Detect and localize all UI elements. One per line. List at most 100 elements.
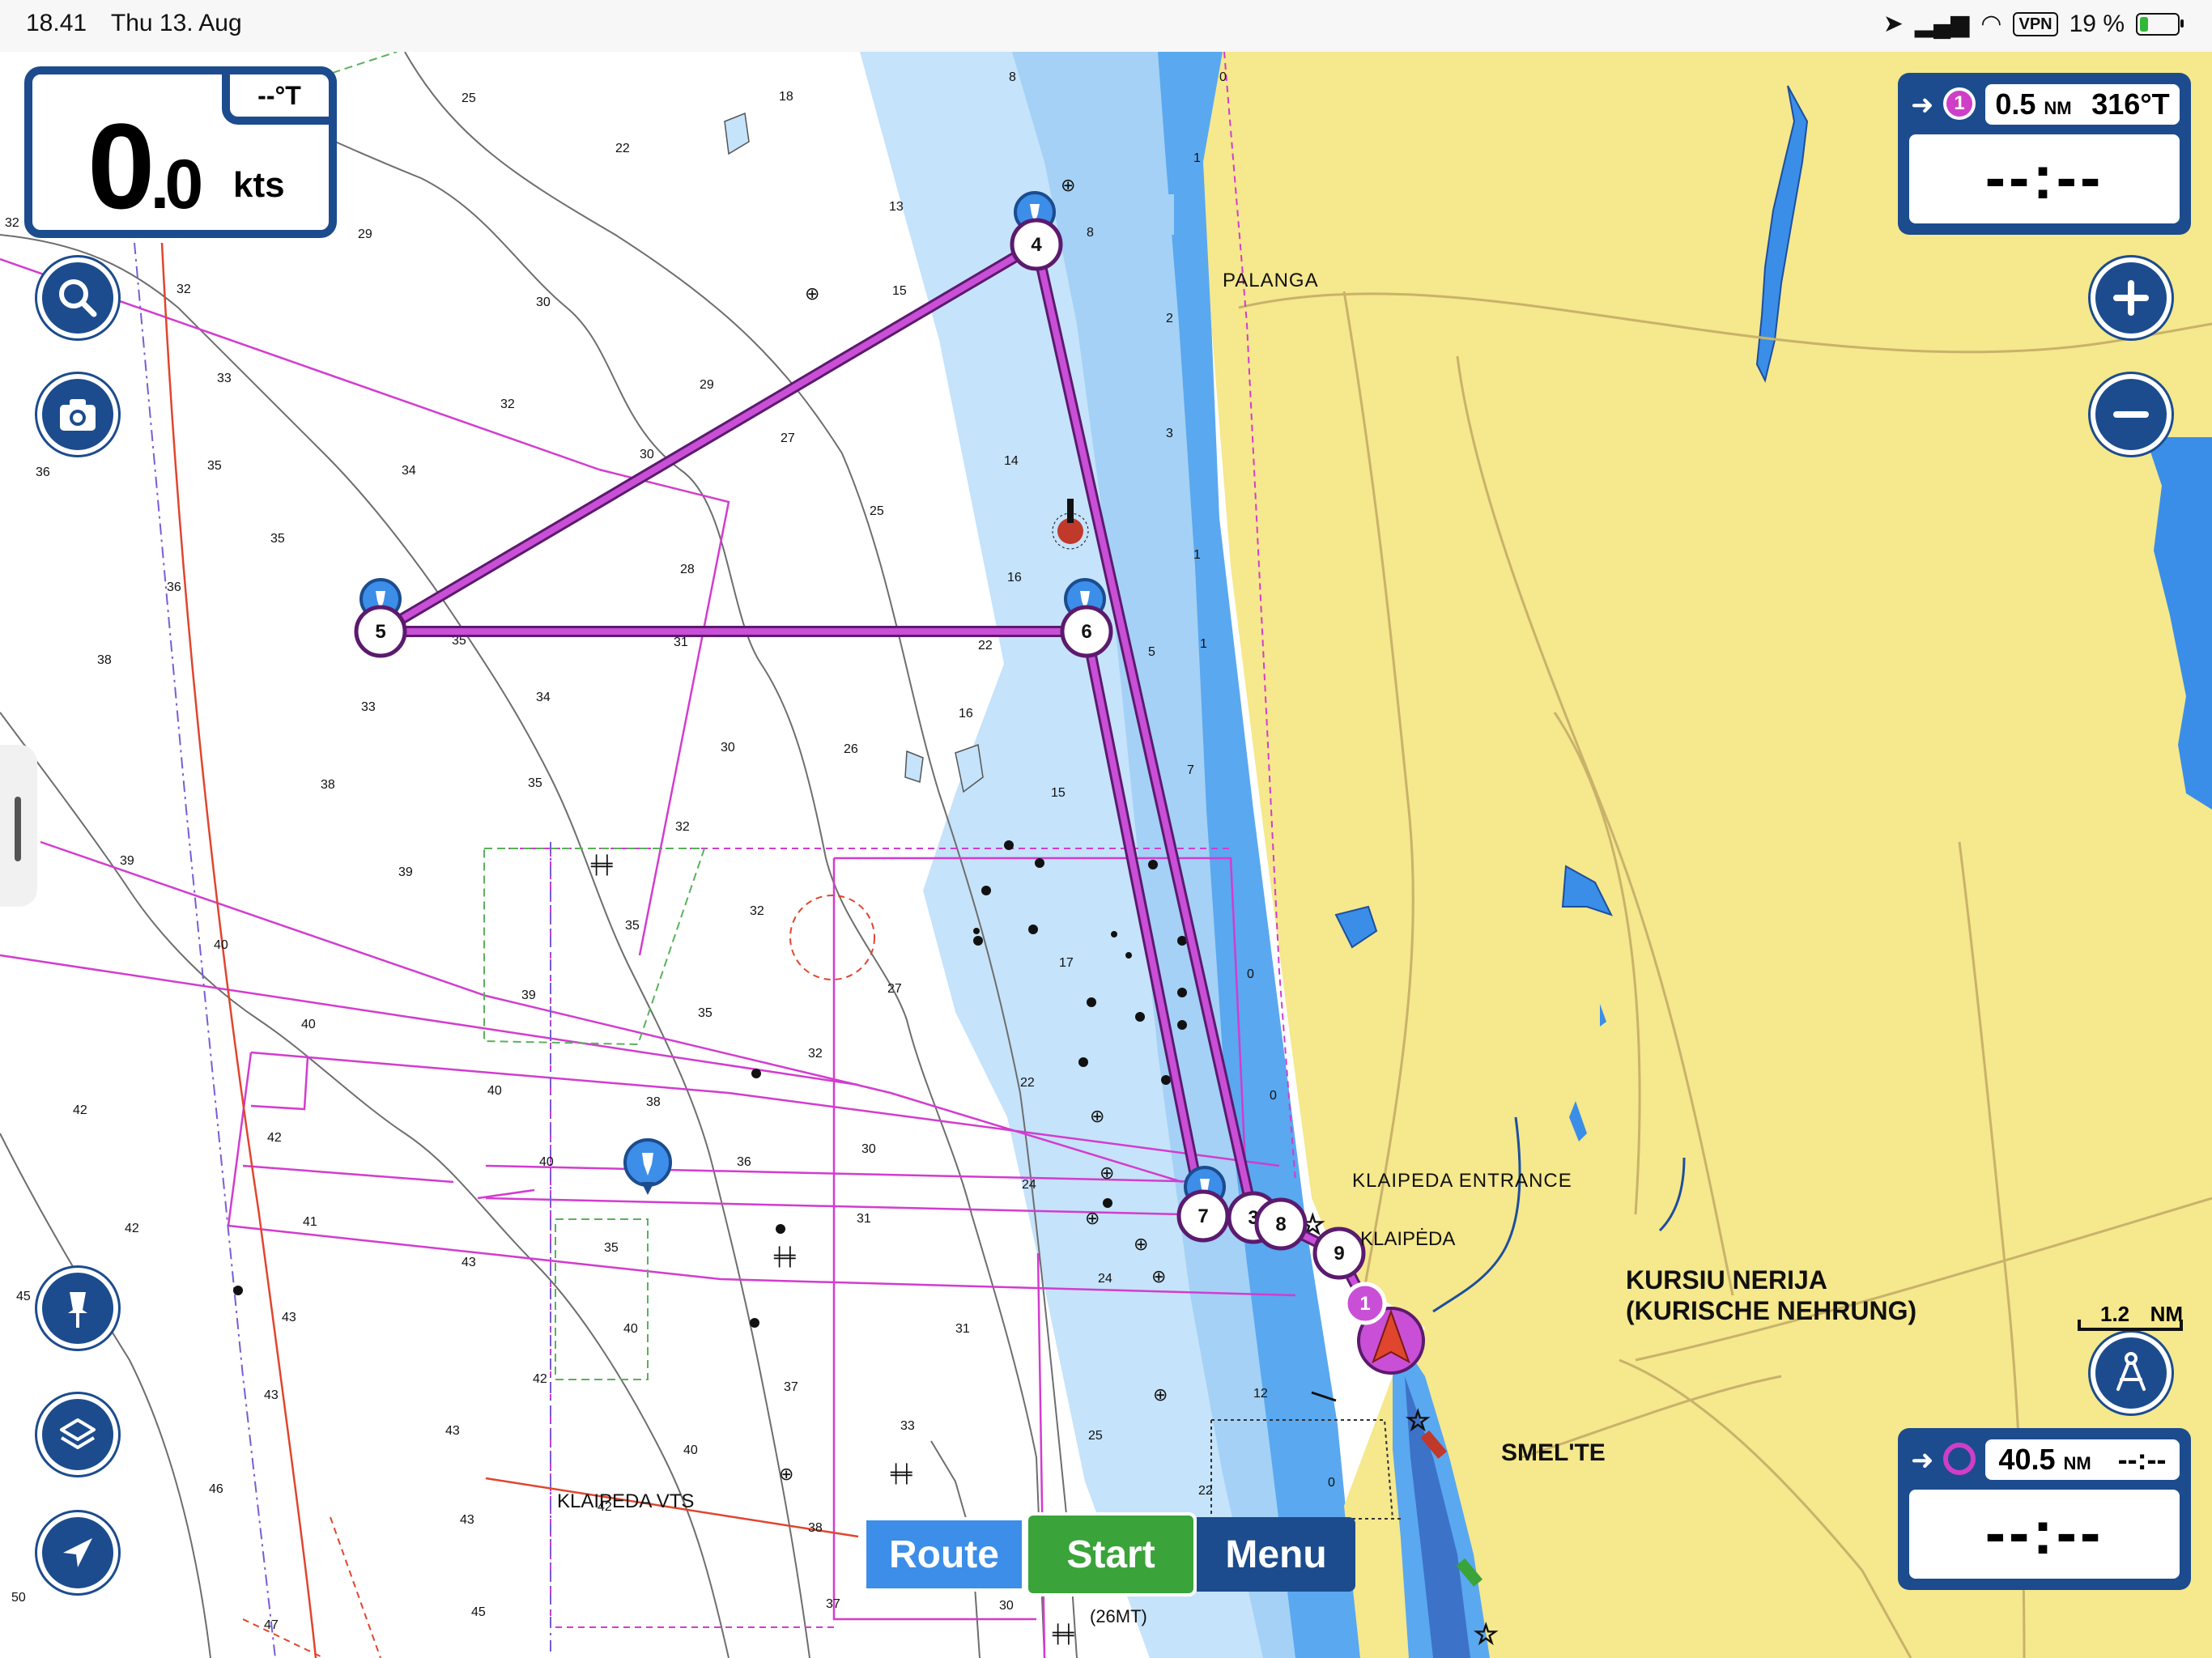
depth-sounding: 32 xyxy=(177,283,191,296)
zoom-in-button[interactable] xyxy=(2091,257,2172,338)
status-time: 18.41 xyxy=(26,10,87,36)
depth-sounding: 0 xyxy=(1219,70,1227,84)
depth-sounding: 38 xyxy=(808,1521,823,1535)
depth-sounding: 8 xyxy=(1009,70,1016,84)
side-drawer-handle[interactable] xyxy=(0,745,37,907)
waypoint-8[interactable]: 8 xyxy=(1254,1197,1308,1251)
depth-sounding: 37 xyxy=(826,1597,840,1611)
label-kurische-nehrung: (KURISCHE NEHRUNG) xyxy=(1626,1296,1916,1325)
location-arrow-icon: ➤ xyxy=(1882,11,1904,37)
waypoint-5[interactable]: 5 xyxy=(354,605,407,658)
depth-sounding: 8 xyxy=(1087,226,1094,240)
depth-sounding: 37 xyxy=(784,1380,798,1394)
waypoint-6[interactable]: 6 xyxy=(1060,605,1113,658)
label-klaipeda: KLAIPĖDA xyxy=(1360,1228,1455,1250)
zoom-out-button[interactable] xyxy=(2091,374,2172,455)
svg-text:⊕: ⊕ xyxy=(1085,1209,1100,1229)
depth-sounding: 43 xyxy=(264,1388,279,1402)
depth-sounding: 45 xyxy=(471,1605,486,1619)
plus-icon xyxy=(2113,280,2149,316)
waypoint-4[interactable]: 4 xyxy=(1010,218,1063,271)
depth-sounding: 39 xyxy=(120,854,134,868)
svg-text:⊕: ⊕ xyxy=(1153,1385,1168,1405)
camera-button[interactable] xyxy=(37,374,118,455)
depth-sounding: 40 xyxy=(487,1084,502,1098)
search-icon xyxy=(59,279,97,317)
depth-sounding: 47 xyxy=(264,1618,279,1632)
pushpin-icon xyxy=(68,1292,87,1328)
depth-sounding: 33 xyxy=(900,1419,915,1433)
nav-eta: --:-- xyxy=(1909,134,2180,223)
depth-sounding: 42 xyxy=(73,1103,87,1117)
scale-line xyxy=(2078,1320,2183,1331)
depth-sounding: 43 xyxy=(282,1311,296,1324)
depth-sounding: 28 xyxy=(680,563,695,576)
depth-sounding: 43 xyxy=(445,1424,460,1438)
svg-text:⊕: ⊕ xyxy=(1134,1235,1148,1255)
depth-sounding: 16 xyxy=(1007,571,1022,585)
scale-bar: 1.2 NM xyxy=(2078,1302,2183,1334)
svg-text:☆: ☆ xyxy=(1474,1618,1498,1651)
route-button[interactable]: Route xyxy=(863,1517,1025,1592)
depth-sounding: 3 xyxy=(1166,427,1173,440)
svg-text:⊕: ⊕ xyxy=(805,284,819,304)
waypoint-label: 8 xyxy=(1275,1214,1286,1235)
svg-text:╪╪: ╪╪ xyxy=(1052,1623,1074,1645)
depth-sounding: 39 xyxy=(521,988,536,1002)
waypoint-label: 4 xyxy=(1031,234,1042,256)
depth-sounding: 31 xyxy=(857,1212,871,1226)
layers-icon xyxy=(60,1418,96,1449)
wifi-icon: ◠ xyxy=(1980,11,2002,37)
menu-button[interactable]: Menu xyxy=(1197,1517,1355,1592)
nav-total-time: --:-- xyxy=(2117,1443,2167,1476)
nav-info-panel-top[interactable]: ➜ 1 0.5 NM 316°T --:-- xyxy=(1898,73,2191,235)
depth-sounding: 24 xyxy=(1098,1272,1112,1286)
measure-button[interactable] xyxy=(2091,1333,2172,1414)
locate-button[interactable] xyxy=(37,1512,118,1593)
depth-sounding: 46 xyxy=(209,1482,223,1496)
status-right: ➤ ▂▄▆ ◠ VPN 19 % xyxy=(1882,10,2184,38)
battery-icon xyxy=(2136,12,2184,36)
depth-sounding: 5 xyxy=(1148,645,1155,659)
waypoint-label: 5 xyxy=(375,621,385,643)
depth-sounding: 40 xyxy=(683,1443,698,1457)
depth-sounding: 50 xyxy=(11,1591,26,1605)
depth-sounding: 35 xyxy=(625,919,640,933)
waypoint-9[interactable]: 9 xyxy=(1312,1226,1366,1280)
depth-sounding: 38 xyxy=(97,653,112,667)
depth-sounding: 1 xyxy=(1193,548,1201,562)
nav-distance: 0.5 NM xyxy=(1995,87,2071,121)
nav-total-eta: --:-- xyxy=(1909,1490,2180,1579)
nav-total-distance: 40.5 NM xyxy=(1998,1443,2091,1477)
depth-sounding: 43 xyxy=(460,1513,474,1527)
camera-icon xyxy=(60,399,96,431)
depth-sounding: 30 xyxy=(721,741,735,755)
waypoint-7[interactable]: 7 xyxy=(1176,1189,1230,1243)
signal-icon: ▂▄▆ xyxy=(1914,11,1970,37)
speed-panel[interactable]: --°T 0.0 kts xyxy=(24,66,337,238)
layers-button[interactable] xyxy=(37,1394,118,1475)
search-button[interactable] xyxy=(37,257,118,338)
nautical-chart[interactable]: 252229323033322927303435363528362535 31 22… xyxy=(0,0,2212,1658)
depth-sounding: 2 xyxy=(1166,312,1173,325)
start-button[interactable]: Start xyxy=(1025,1512,1197,1596)
svg-text:⊕: ⊕ xyxy=(1100,1163,1114,1184)
depth-sounding: 0 xyxy=(1247,967,1254,981)
depth-sounding: 40 xyxy=(623,1322,638,1336)
waypoint-label: 9 xyxy=(1334,1243,1344,1265)
svg-text:⊕: ⊕ xyxy=(1090,1107,1104,1127)
pin-button[interactable] xyxy=(37,1268,118,1349)
depth-sounding: 35 xyxy=(270,532,285,546)
depth-sounding: 34 xyxy=(402,464,416,478)
nav-bearing: 316°T xyxy=(2091,87,2170,121)
depth-sounding: 22 xyxy=(978,639,993,653)
depth-sounding: 24 xyxy=(1022,1178,1036,1192)
waypoint-1[interactable]: 1 xyxy=(1343,1282,1387,1325)
nav-distance-value: 0.5 xyxy=(1995,87,2036,121)
depth-sounding: 42 xyxy=(267,1131,282,1145)
nav-total-distance-unit: NM xyxy=(2063,1453,2091,1473)
depth-sounding: 7 xyxy=(1187,763,1194,777)
heading-readout: --°T xyxy=(222,66,337,125)
nav-info-panel-bottom[interactable]: ➜ 40.5 NM --:-- --:-- xyxy=(1898,1428,2191,1590)
waypoint-label: 6 xyxy=(1081,621,1091,643)
